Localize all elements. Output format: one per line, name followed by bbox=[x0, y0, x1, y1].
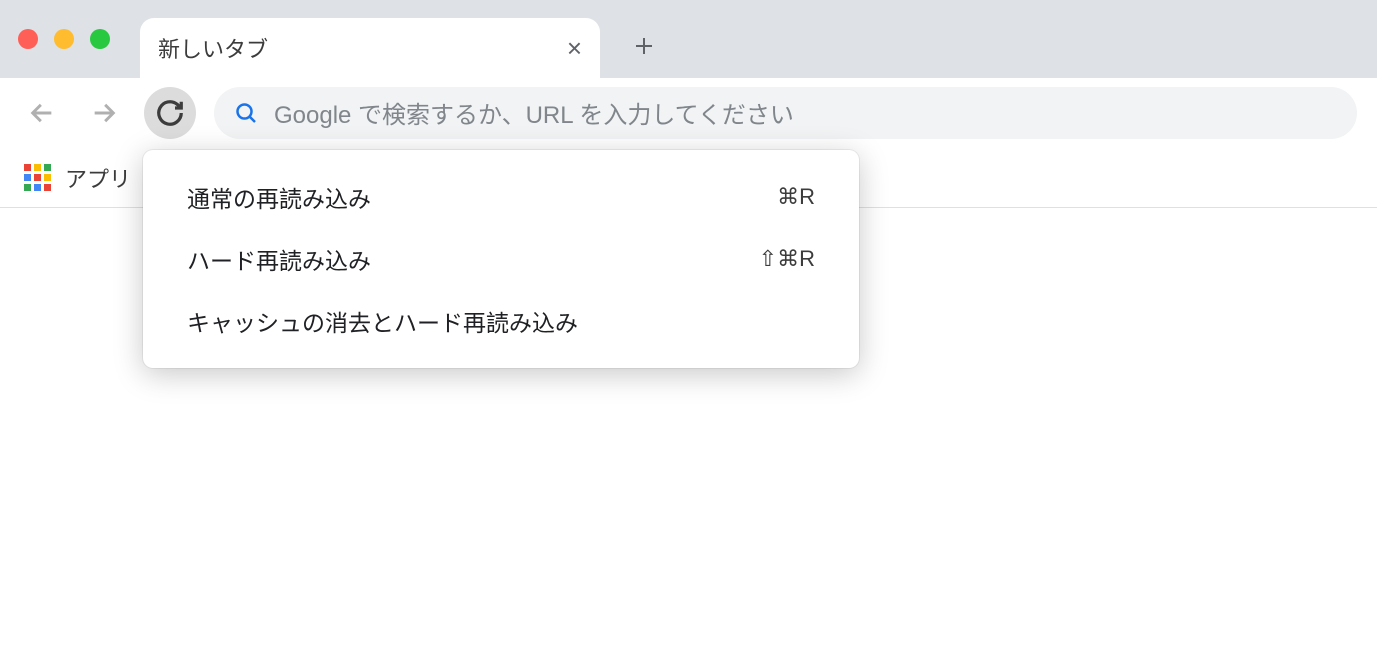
apps-bookmark[interactable]: アプリ bbox=[65, 162, 131, 194]
toolbar: Google で検索するか、URL を入力してください bbox=[0, 78, 1377, 148]
tab-title: 新しいタブ bbox=[158, 32, 268, 64]
apps-icon bbox=[24, 164, 51, 191]
window-close-button[interactable] bbox=[18, 29, 38, 49]
window-maximize-button[interactable] bbox=[90, 29, 110, 49]
window-controls bbox=[18, 29, 110, 49]
menu-item-empty-cache-hard-reload[interactable]: キャッシュの消去とハード再読み込み bbox=[143, 290, 859, 352]
menu-item-hard-reload[interactable]: ハード再読み込み ⇧⌘R bbox=[143, 228, 859, 290]
omnibox-placeholder: Google で検索するか、URL を入力してください bbox=[274, 95, 794, 130]
reload-button[interactable] bbox=[144, 87, 196, 139]
menu-item-shortcut: ⌘R bbox=[777, 184, 815, 210]
forward-button[interactable] bbox=[82, 91, 126, 135]
tab-strip: 新しいタブ × bbox=[0, 0, 1377, 78]
browser-tab[interactable]: 新しいタブ × bbox=[140, 18, 600, 78]
back-button[interactable] bbox=[20, 91, 64, 135]
menu-item-shortcut: ⇧⌘R bbox=[759, 246, 815, 272]
forward-arrow-icon bbox=[90, 99, 118, 127]
menu-item-label: キャッシュの消去とハード再読み込み bbox=[187, 304, 578, 338]
plus-icon bbox=[632, 34, 656, 58]
back-arrow-icon bbox=[28, 99, 56, 127]
tab-close-button[interactable]: × bbox=[567, 35, 582, 61]
menu-item-label: 通常の再読み込み bbox=[187, 180, 371, 214]
search-icon bbox=[234, 101, 258, 125]
window-minimize-button[interactable] bbox=[54, 29, 74, 49]
menu-item-normal-reload[interactable]: 通常の再読み込み ⌘R bbox=[143, 166, 859, 228]
reload-context-menu: 通常の再読み込み ⌘R ハード再読み込み ⇧⌘R キャッシュの消去とハード再読み… bbox=[143, 150, 859, 368]
new-tab-button[interactable] bbox=[620, 22, 668, 70]
reload-icon bbox=[155, 98, 185, 128]
omnibox[interactable]: Google で検索するか、URL を入力してください bbox=[214, 87, 1357, 139]
menu-item-label: ハード再読み込み bbox=[187, 242, 371, 276]
